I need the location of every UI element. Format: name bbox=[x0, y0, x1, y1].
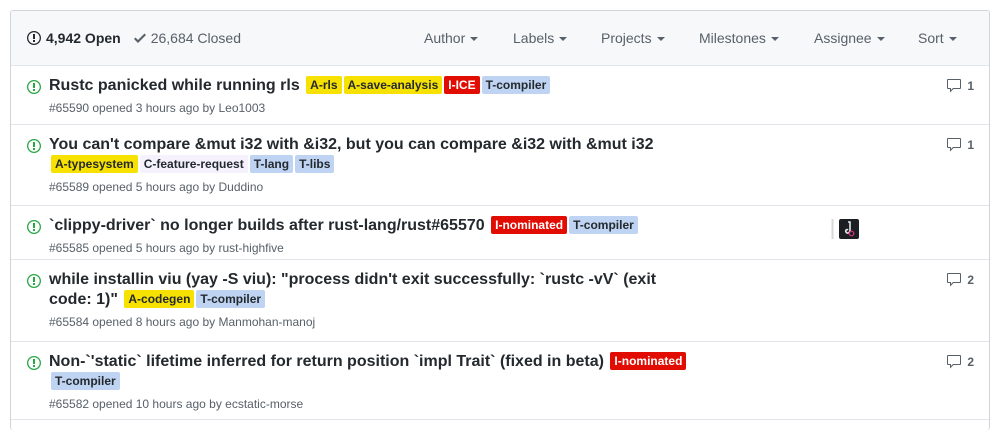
comment-icon bbox=[947, 273, 962, 287]
issue-title-link[interactable]: You can't compare &mut i32 with &i32, bu… bbox=[49, 136, 654, 153]
filter-label: Sort bbox=[918, 30, 944, 46]
comments-link[interactable]: 1 bbox=[946, 78, 974, 94]
issue-label[interactable]: T-compiler bbox=[569, 216, 638, 234]
issue-label[interactable]: T-compiler bbox=[51, 372, 120, 390]
issue-opened-icon bbox=[27, 356, 41, 370]
comments-link[interactable]: 1 bbox=[946, 137, 974, 153]
filter-author[interactable]: Author bbox=[424, 30, 479, 46]
issue-meta: #65585 opened 5 hours ago by rust-highfi… bbox=[49, 241, 284, 255]
issue-list: Rustc panicked while running rls A-rls A-… bbox=[11, 66, 989, 420]
issue-row: Non-`'static` lifetime inferred for retu… bbox=[11, 342, 989, 420]
comment-count: 1 bbox=[967, 138, 974, 152]
issue-row: You can't compare &mut i32 with &i32, bu… bbox=[11, 125, 989, 206]
comments-link[interactable]: 2 bbox=[946, 354, 974, 370]
issue-row: `clippy-driver` no longer builds after r… bbox=[11, 206, 989, 260]
issue-title-link[interactable]: Non-`'static` lifetime inferred for retu… bbox=[49, 353, 604, 370]
issue-title-line: Rustc panicked while running rls A-rls A-… bbox=[49, 76, 689, 96]
comment-count: 2 bbox=[967, 355, 974, 369]
issue-title-line: You can't compare &mut i32 with &i32, bu… bbox=[49, 135, 689, 175]
issue-meta: #65584 opened 8 hours ago by Manmohan-ma… bbox=[49, 315, 316, 329]
issue-title-link[interactable]: `clippy-driver` no longer builds after r… bbox=[49, 217, 485, 234]
issue-title-line: Non-`'static` lifetime inferred for retu… bbox=[49, 352, 689, 392]
issues-list-box: 4,942 Open 26,684 Closed Author Labels Pro… bbox=[10, 10, 990, 430]
issue-label[interactable]: A-codegen bbox=[124, 290, 195, 308]
issue-opened-icon bbox=[27, 274, 41, 288]
issue-row: Rustc panicked while running rls A-rls A-… bbox=[11, 66, 989, 125]
issue-opened-icon bbox=[27, 220, 41, 234]
comment-count: 2 bbox=[967, 273, 974, 287]
issue-meta: #65582 opened 10 hours ago by ecstatic-m… bbox=[49, 397, 304, 411]
avatar bbox=[829, 219, 837, 239]
issue-row: while installin viu (yay -S viu): "proce… bbox=[11, 260, 989, 342]
issue-meta: #65590 opened 3 hours ago by Leo1003 bbox=[49, 101, 266, 115]
issue-opened-icon bbox=[27, 139, 41, 153]
comment-icon bbox=[947, 355, 962, 369]
filter-assignee[interactable]: Assignee bbox=[814, 30, 885, 46]
issue-label[interactable]: T-compiler bbox=[481, 76, 551, 94]
issue-label[interactable]: A-typesystem bbox=[51, 155, 138, 173]
comment-icon bbox=[947, 138, 962, 152]
caret-down-icon bbox=[559, 36, 568, 41]
issue-title-line: while installin viu (yay -S viu): "proce… bbox=[49, 270, 689, 310]
issue-label[interactable]: T-compiler bbox=[196, 290, 266, 308]
issue-label[interactable]: I-nominated bbox=[491, 216, 568, 234]
filter-projects[interactable]: Projects bbox=[601, 30, 665, 46]
issue-title-link[interactable]: Rustc panicked while running rls bbox=[49, 77, 300, 94]
avatar bbox=[839, 219, 859, 239]
issue-label[interactable]: A-save-analysis bbox=[343, 76, 443, 94]
issue-opened-icon bbox=[27, 80, 41, 94]
filter-label: Projects bbox=[601, 30, 652, 46]
caret-down-icon bbox=[876, 36, 885, 41]
caret-down-icon bbox=[470, 36, 479, 41]
avatar-image bbox=[844, 221, 855, 237]
assignee-avatars[interactable] bbox=[829, 219, 859, 239]
filter-milestones[interactable]: Milestones bbox=[699, 30, 779, 46]
caret-down-icon bbox=[770, 36, 779, 41]
comment-icon bbox=[947, 79, 962, 93]
issue-label[interactable]: I-nominated bbox=[610, 352, 687, 370]
issue-label[interactable]: C-feature-request bbox=[139, 155, 248, 173]
issues-header: 4,942 Open 26,684 Closed Author Labels Pro… bbox=[11, 11, 989, 66]
comments-link[interactable]: 2 bbox=[946, 272, 974, 288]
filter-label: Assignee bbox=[814, 30, 872, 46]
filter-labels[interactable]: Labels bbox=[513, 30, 568, 46]
filter-label: Author bbox=[424, 30, 466, 46]
filter-sort[interactable]: Sort bbox=[918, 30, 957, 46]
issue-label[interactable]: A-rls bbox=[306, 76, 342, 94]
filter-bar: Author Labels Projects Milestones Assignee So… bbox=[11, 11, 989, 65]
filter-label: Milestones bbox=[699, 30, 766, 46]
caret-down-icon bbox=[948, 36, 957, 41]
caret-down-icon bbox=[656, 36, 665, 41]
issue-title-line: `clippy-driver` no longer builds after r… bbox=[49, 216, 689, 236]
comment-count: 1 bbox=[967, 79, 974, 93]
issue-label[interactable]: T-libs bbox=[295, 155, 335, 173]
issue-meta: #65589 opened 5 hours ago by Duddino bbox=[49, 180, 264, 194]
filter-label: Labels bbox=[513, 30, 555, 46]
issue-label[interactable]: I-ICE bbox=[444, 76, 480, 94]
issue-label[interactable]: T-lang bbox=[249, 155, 294, 173]
